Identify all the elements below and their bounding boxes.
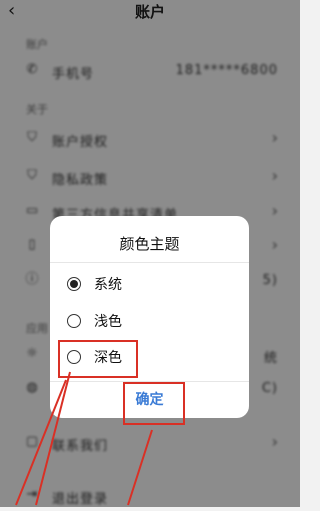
account-page: ‹ 账户 账户 ✆ 手机号 181*****6800 关于 ⛉ 账户授权 › ⛉… <box>0 0 300 507</box>
arrow-line-to-confirm <box>127 429 153 506</box>
arrow-line-from-dark-option <box>35 371 71 506</box>
annotation-arrows <box>15 371 153 506</box>
